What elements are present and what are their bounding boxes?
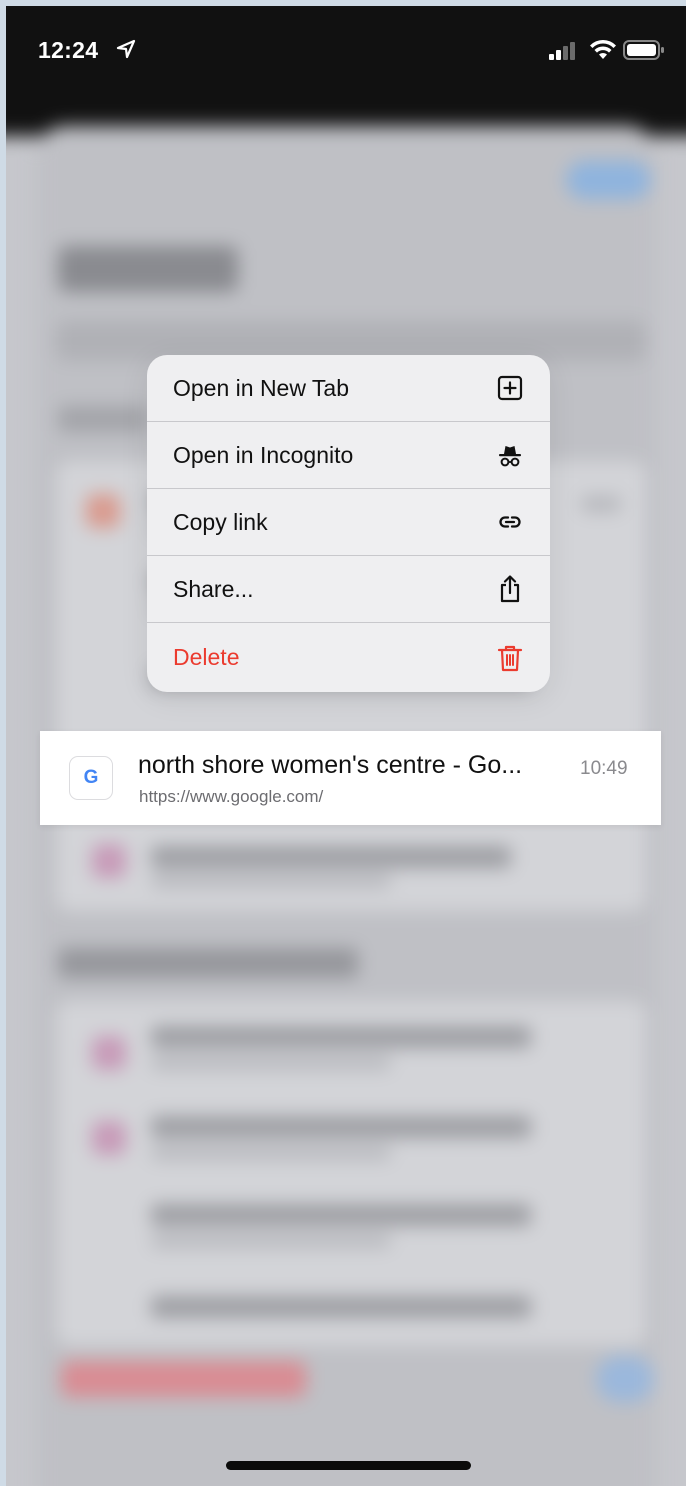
wifi-icon bbox=[590, 39, 616, 59]
incognito-icon bbox=[497, 442, 523, 468]
menu-item-label: Open in Incognito bbox=[173, 441, 354, 468]
menu-item-share[interactable]: Share... bbox=[147, 556, 550, 623]
menu-item-label: Share... bbox=[173, 575, 254, 602]
share-icon bbox=[497, 575, 523, 603]
status-bar: 12:24 bbox=[6, 6, 686, 94]
screen: 12:24 Open in New Tab Open in Incognito … bbox=[6, 6, 686, 1486]
status-time: 12:24 bbox=[38, 37, 99, 63]
trash-icon bbox=[497, 645, 523, 671]
history-entry-url: https://www.google.com/ bbox=[139, 787, 324, 806]
link-icon bbox=[497, 509, 523, 535]
google-favicon-icon: G bbox=[69, 756, 113, 800]
menu-item-label: Open in New Tab bbox=[173, 374, 350, 401]
cellular-signal-icon bbox=[549, 42, 575, 60]
history-entry-time: 10:49 bbox=[580, 758, 628, 779]
menu-item-label: Delete bbox=[173, 644, 240, 670]
menu-item-open-new-tab[interactable]: Open in New Tab bbox=[147, 355, 550, 422]
favicon-letter: G bbox=[83, 767, 99, 788]
menu-item-copy-link[interactable]: Copy link bbox=[147, 489, 550, 556]
history-entry-title: north shore women's centre - Go... bbox=[138, 751, 523, 779]
history-entry-preview[interactable]: G north shore women's centre - Go... htt… bbox=[40, 731, 661, 825]
menu-item-delete[interactable]: Delete bbox=[147, 623, 550, 692]
menu-item-open-incognito[interactable]: Open in Incognito bbox=[147, 422, 550, 489]
home-indicator[interactable] bbox=[226, 1461, 471, 1470]
plus-square-icon bbox=[497, 375, 523, 401]
context-menu: Open in New Tab Open in Incognito Copy l… bbox=[147, 355, 550, 692]
menu-item-label: Copy link bbox=[173, 508, 268, 535]
location-arrow-icon bbox=[116, 39, 136, 59]
battery-icon bbox=[623, 40, 664, 60]
